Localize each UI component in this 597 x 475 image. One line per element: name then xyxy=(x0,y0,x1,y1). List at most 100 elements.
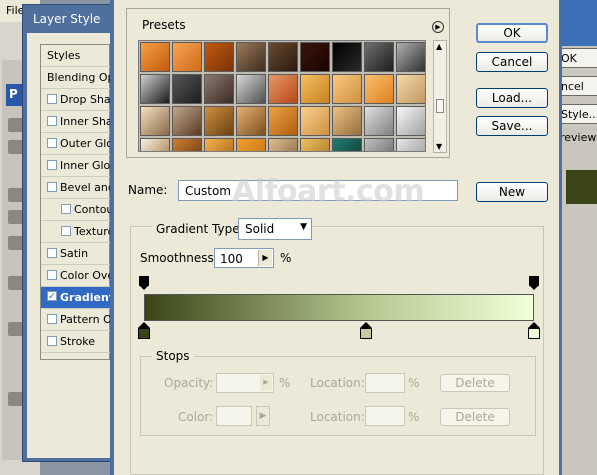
preset-swatch[interactable] xyxy=(236,106,266,136)
preset-swatch[interactable] xyxy=(364,106,394,136)
preset-swatch[interactable] xyxy=(204,138,234,151)
color-location-label: Location: xyxy=(310,410,365,424)
layer-style-checkbox[interactable] xyxy=(47,270,57,280)
preset-swatch[interactable] xyxy=(172,106,202,136)
preset-swatch[interactable] xyxy=(204,74,234,104)
layer-style-item[interactable]: Contour xyxy=(41,199,111,221)
preset-swatch[interactable] xyxy=(300,42,330,72)
presets-scrollbar[interactable]: ▲ ▼ xyxy=(433,40,447,153)
layer-style-checkbox[interactable] xyxy=(61,204,71,214)
layer-style-item[interactable]: Outer Glow xyxy=(41,133,111,155)
preset-swatch[interactable] xyxy=(236,42,266,72)
layer-style-item[interactable]: Blending Options xyxy=(41,67,111,89)
background-preview-label: review xyxy=(560,131,597,144)
color-delete-button: Delete xyxy=(440,408,510,426)
layer-style-checkbox[interactable] xyxy=(47,248,57,258)
layer-style-item[interactable]: Pattern Overlay xyxy=(41,309,111,331)
name-label: Name: xyxy=(128,183,168,197)
preset-swatch[interactable] xyxy=(172,138,202,151)
preset-swatch[interactable] xyxy=(268,138,298,151)
ok-button[interactable]: OK xyxy=(476,23,548,43)
preset-swatch[interactable] xyxy=(236,138,266,151)
color-stop-handle[interactable] xyxy=(360,322,373,340)
new-button[interactable]: New xyxy=(476,182,548,202)
layer-style-item[interactable]: Satin xyxy=(41,243,111,265)
smoothness-input[interactable]: 100 ▶ xyxy=(214,248,274,268)
color-stop-handle[interactable] xyxy=(138,322,150,340)
preset-swatch[interactable] xyxy=(300,138,330,151)
scroll-up-icon[interactable]: ▲ xyxy=(436,42,442,51)
layer-style-item[interactable]: Styles xyxy=(41,45,111,67)
layer-style-checkbox[interactable] xyxy=(47,116,57,126)
layer-style-item[interactable]: Inner Shadow xyxy=(41,111,111,133)
preset-swatch[interactable] xyxy=(268,42,298,72)
layer-style-item[interactable]: Color Overlay xyxy=(41,265,111,287)
preset-swatch[interactable] xyxy=(396,42,425,72)
opacity-stop-handle[interactable] xyxy=(529,276,539,290)
cancel-button[interactable]: Cancel xyxy=(476,52,548,72)
preset-swatch[interactable] xyxy=(364,138,394,151)
preset-swatch[interactable] xyxy=(300,106,330,136)
presets-menu-arrow-icon[interactable]: ▶ xyxy=(432,21,444,33)
preset-swatch[interactable] xyxy=(140,138,170,151)
preset-swatch[interactable] xyxy=(172,42,202,72)
watermark-text: Alfoart.com xyxy=(232,174,425,209)
scroll-thumb[interactable] xyxy=(436,99,444,113)
save-button[interactable]: Save... xyxy=(476,116,548,136)
preset-swatch[interactable] xyxy=(204,106,234,136)
layer-style-item-label: Inner Shadow xyxy=(60,115,111,128)
preset-swatch[interactable] xyxy=(364,42,394,72)
preset-swatch[interactable] xyxy=(332,138,362,151)
color-stop-handle[interactable] xyxy=(528,322,540,340)
preset-swatch[interactable] xyxy=(332,106,362,136)
presets-grid[interactable] xyxy=(138,40,426,152)
preset-swatch[interactable] xyxy=(396,106,425,136)
layer-style-item-label: Inner Glow xyxy=(60,159,111,172)
layer-style-checkbox[interactable] xyxy=(47,182,57,192)
preset-swatch[interactable] xyxy=(396,74,425,104)
layer-style-item[interactable]: Stroke xyxy=(41,331,111,353)
background-ok-button[interactable]: OK xyxy=(556,48,597,68)
layer-style-checkbox[interactable] xyxy=(47,160,57,170)
gradient-bar[interactable] xyxy=(144,294,534,321)
scroll-down-icon[interactable]: ▼ xyxy=(436,142,442,151)
layer-style-checkbox[interactable] xyxy=(61,226,71,236)
layer-style-item[interactable]: Inner Glow xyxy=(41,155,111,177)
preset-swatch[interactable] xyxy=(332,42,362,72)
layer-style-checkbox[interactable] xyxy=(47,336,57,346)
gradient-type-select[interactable]: Solid ▼ xyxy=(238,218,312,240)
layer-style-item[interactable]: Drop Shadow xyxy=(41,89,111,111)
background-cancel-button[interactable]: ncel xyxy=(556,76,597,96)
background-new-style-button[interactable]: Style... xyxy=(556,104,597,124)
layer-style-checkbox[interactable] xyxy=(47,138,57,148)
preset-swatch[interactable] xyxy=(172,74,202,104)
layer-style-item[interactable]: Gradient Overlay xyxy=(41,287,111,309)
opacity-stop-handle[interactable] xyxy=(139,276,149,290)
layer-style-checkbox[interactable] xyxy=(47,291,57,301)
preset-swatch[interactable] xyxy=(364,74,394,104)
color-menu-arrow-icon: ▶ xyxy=(256,406,270,426)
layer-style-item[interactable]: Bevel and Emboss xyxy=(41,177,111,199)
layer-style-item-label: Color Overlay xyxy=(60,269,111,282)
smoothness-value: 100 xyxy=(220,252,243,266)
gradient-editor-dialog: Presets ▶ ▲ ▼ OK Cancel Load... Save... … xyxy=(110,0,562,475)
layer-style-item[interactable]: Texture xyxy=(41,221,111,243)
smoothness-stepper-icon[interactable]: ▶ xyxy=(258,250,272,266)
preset-swatch[interactable] xyxy=(140,74,170,104)
preset-swatch[interactable] xyxy=(268,106,298,136)
preset-swatch[interactable] xyxy=(140,42,170,72)
preset-swatch[interactable] xyxy=(396,138,425,151)
layer-style-item-label: Pattern Overlay xyxy=(60,313,111,326)
preset-swatch[interactable] xyxy=(204,42,234,72)
preset-swatch[interactable] xyxy=(332,74,362,104)
opacity-location-input xyxy=(365,373,405,393)
opacity-label: Opacity: xyxy=(164,376,214,390)
preset-swatch[interactable] xyxy=(300,74,330,104)
layer-style-item-label: Satin xyxy=(60,247,89,260)
preset-swatch[interactable] xyxy=(268,74,298,104)
layer-style-checkbox[interactable] xyxy=(47,94,57,104)
layer-style-checkbox[interactable] xyxy=(47,314,57,324)
preset-swatch[interactable] xyxy=(236,74,266,104)
load-button[interactable]: Load... xyxy=(476,88,548,108)
preset-swatch[interactable] xyxy=(140,106,170,136)
